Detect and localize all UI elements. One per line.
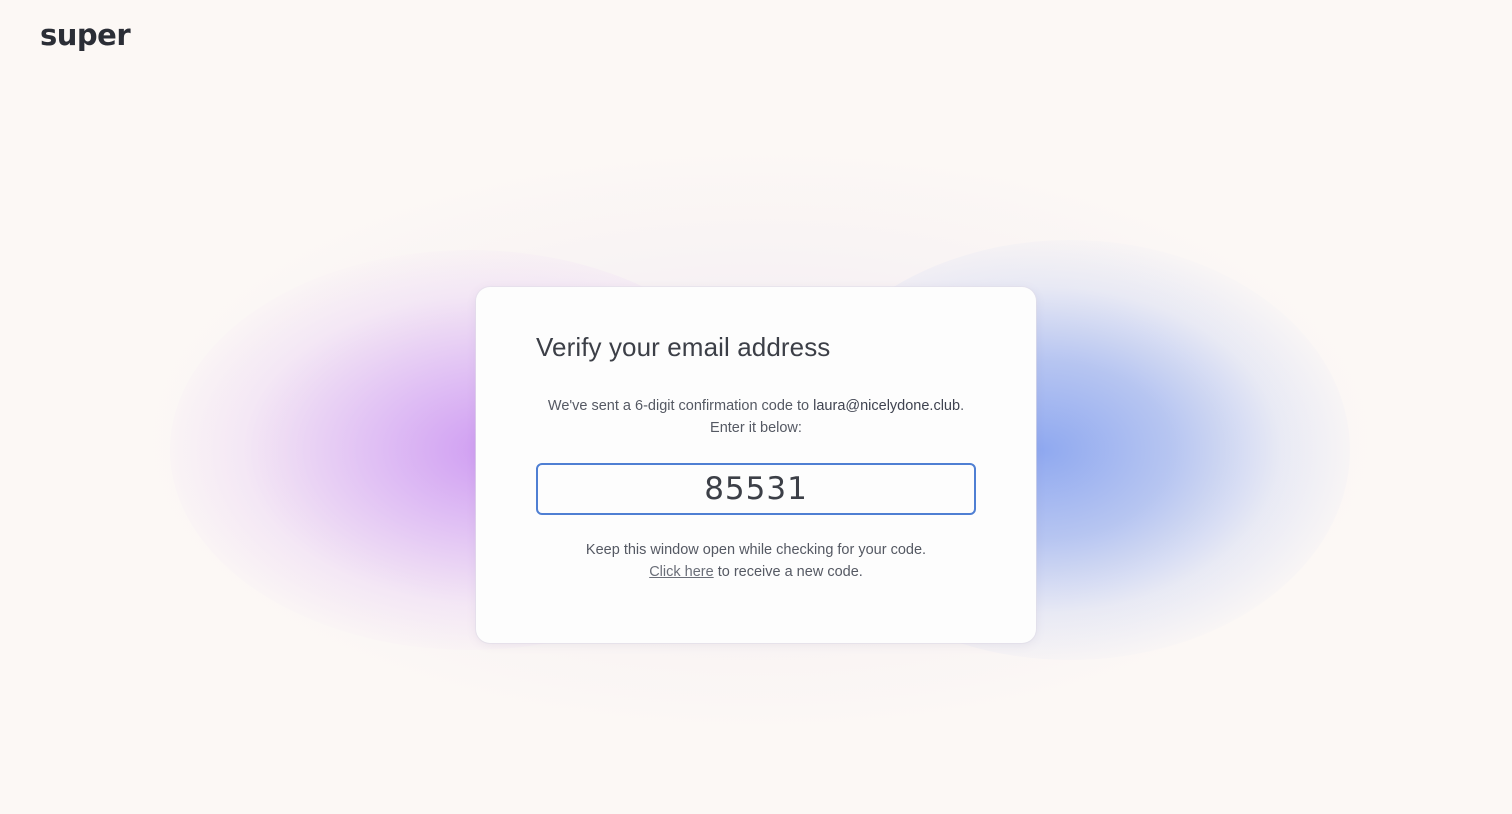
footer-note: Keep this window open while checking for…	[536, 539, 976, 583]
message-instruction: Enter it below:	[710, 420, 802, 436]
confirmation-message: We've sent a 6-digit confirmation code t…	[536, 395, 976, 439]
message-prefix: We've sent a 6-digit confirmation code t…	[547, 398, 814, 414]
resend-code-link[interactable]: Click here	[649, 564, 713, 580]
verify-email-card: Verify your email address We've sent a 6…	[476, 287, 1036, 643]
page-title: Verify your email address	[536, 332, 831, 362]
keep-open-text: Keep this window open while checking for…	[585, 542, 927, 558]
resend-suffix: to receive a new code.	[713, 564, 863, 580]
email-address: laura@nicelydone.club	[813, 398, 961, 414]
message-suffix: .	[960, 398, 965, 414]
verification-code-input[interactable]	[536, 463, 976, 515]
brand-logo[interactable]: super	[40, 17, 131, 53]
